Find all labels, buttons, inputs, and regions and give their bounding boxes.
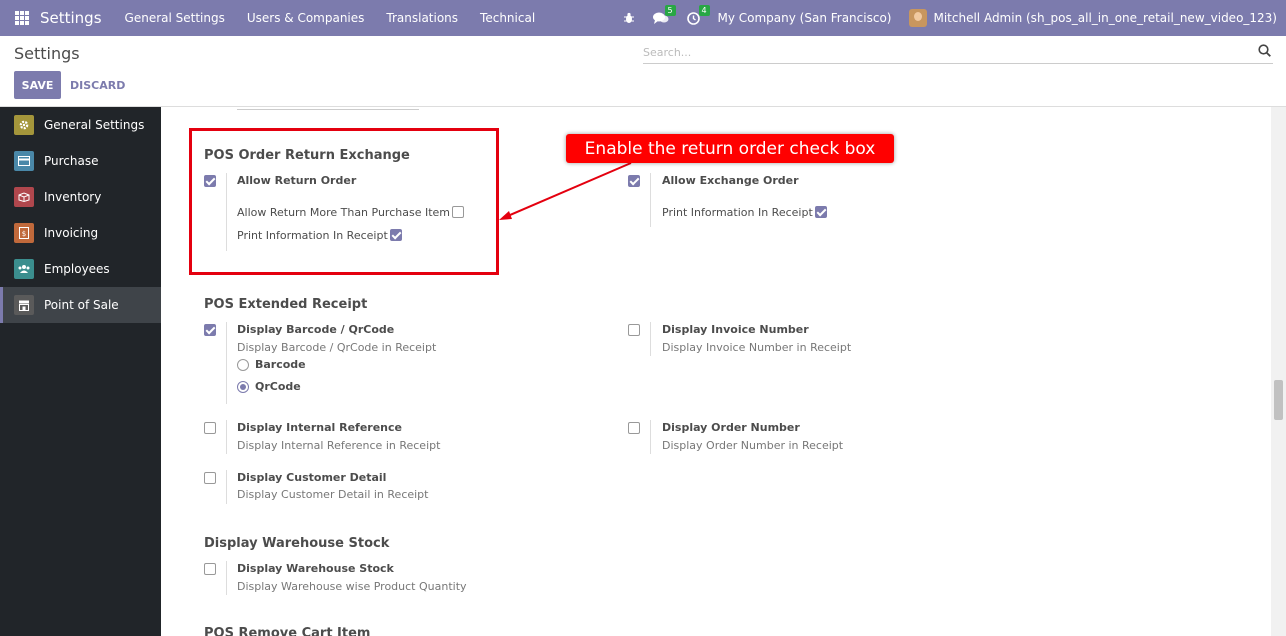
- scrollbar-thumb[interactable]: [1274, 380, 1283, 420]
- display-invoice-number-desc: Display Invoice Number in Receipt: [662, 341, 852, 354]
- box-icon: [14, 187, 34, 207]
- menu-technical[interactable]: Technical: [480, 11, 535, 25]
- search-bar: [643, 42, 1273, 64]
- search-icon[interactable]: [1258, 44, 1271, 60]
- divider: [226, 561, 227, 595]
- sidebar-item-inventory[interactable]: Inventory: [0, 179, 161, 215]
- user-avatar[interactable]: [909, 9, 928, 27]
- display-barcode-checkbox[interactable]: [204, 324, 216, 336]
- settings-sidebar: General Settings Purchase Inventory $ In…: [0, 107, 161, 636]
- messages-badge: 5: [664, 4, 676, 16]
- sidebar-item-label: Invoicing: [44, 226, 99, 240]
- display-invoice-number-label[interactable]: Display Invoice Number: [662, 323, 809, 336]
- sidebar-item-label: Purchase: [44, 154, 99, 168]
- invoice-icon: $: [14, 223, 34, 243]
- annotation-callout: Enable the return order check box: [566, 134, 894, 163]
- menu-users-companies[interactable]: Users & Companies: [247, 11, 365, 25]
- store-icon: [14, 295, 34, 315]
- display-order-number-label[interactable]: Display Order Number: [662, 421, 800, 434]
- display-internal-ref-desc: Display Internal Reference in Receipt: [237, 439, 441, 452]
- display-internal-ref-checkbox[interactable]: [204, 422, 216, 434]
- display-warehouse-stock-desc: Display Warehouse wise Product Quantity: [237, 580, 467, 593]
- sidebar-item-invoicing[interactable]: $ Invoicing: [0, 215, 161, 251]
- settings-content: POS Order Return Exchange Allow Return O…: [161, 107, 1271, 636]
- discard-button[interactable]: DISCARD: [66, 71, 129, 99]
- menu-translations[interactable]: Translations: [386, 11, 458, 25]
- control-panel: Settings SAVE DISCARD: [0, 36, 1286, 107]
- app-brand[interactable]: Settings: [40, 9, 102, 27]
- qrcode-radio-label[interactable]: QrCode: [255, 380, 301, 393]
- display-order-number-desc: Display Order Number in Receipt: [662, 439, 844, 452]
- barcode-radio-label[interactable]: Barcode: [255, 358, 306, 371]
- divider: [226, 322, 227, 404]
- sidebar-item-employees[interactable]: Employees: [0, 251, 161, 287]
- display-customer-detail-desc: Display Customer Detail in Receipt: [237, 488, 429, 501]
- gear-icon: [14, 115, 34, 135]
- display-internal-ref-label[interactable]: Display Internal Reference: [237, 421, 402, 434]
- apps-menu-icon[interactable]: [15, 11, 29, 25]
- save-button[interactable]: SAVE: [14, 71, 61, 99]
- sidebar-item-label: Point of Sale: [44, 298, 119, 312]
- svg-text:$: $: [22, 230, 26, 238]
- annotation-arrow: [499, 162, 632, 220]
- divider: [226, 420, 227, 454]
- sidebar-item-label: Employees: [44, 262, 110, 276]
- user-menu[interactable]: Mitchell Admin (sh_pos_all_in_one_retail…: [933, 11, 1277, 25]
- content-scrollbar[interactable]: [1271, 107, 1286, 636]
- display-barcode-desc: Display Barcode / QrCode in Receipt: [237, 341, 437, 354]
- display-customer-detail-label[interactable]: Display Customer Detail: [237, 471, 386, 484]
- divider: [650, 420, 651, 454]
- sidebar-item-point-of-sale[interactable]: Point of Sale: [0, 287, 161, 323]
- sidebar-item-label: General Settings: [44, 118, 145, 132]
- top-navbar: Settings General Settings Users & Compan…: [0, 0, 1286, 36]
- qrcode-radio[interactable]: [237, 381, 249, 393]
- menu-general-settings[interactable]: General Settings: [125, 11, 225, 25]
- section-title-remove-cart: POS Remove Cart Item: [204, 626, 371, 636]
- activities-clock-icon[interactable]: 4: [686, 4, 710, 25]
- sidebar-item-general-settings[interactable]: General Settings: [0, 107, 161, 143]
- section-title-extended-receipt: POS Extended Receipt: [204, 297, 368, 312]
- page-title: Settings: [14, 44, 80, 63]
- display-order-number-checkbox[interactable]: [628, 422, 640, 434]
- divider: [650, 322, 651, 356]
- display-invoice-number-checkbox[interactable]: [628, 324, 640, 336]
- company-switcher[interactable]: My Company (San Francisco): [718, 11, 892, 25]
- display-customer-detail-checkbox[interactable]: [204, 472, 216, 484]
- barcode-radio[interactable]: [237, 359, 249, 371]
- sidebar-item-label: Inventory: [44, 190, 102, 204]
- display-barcode-label[interactable]: Display Barcode / QrCode: [237, 323, 394, 336]
- divider: [226, 470, 227, 504]
- display-warehouse-stock-label[interactable]: Display Warehouse Stock: [237, 562, 394, 575]
- debug-bug-icon[interactable]: [623, 12, 635, 24]
- messages-chat-icon[interactable]: 5: [652, 4, 676, 25]
- users-icon: [14, 259, 34, 279]
- sidebar-item-purchase[interactable]: Purchase: [0, 143, 161, 179]
- activities-badge: 4: [698, 4, 710, 16]
- display-warehouse-stock-checkbox[interactable]: [204, 563, 216, 575]
- search-input[interactable]: [643, 42, 1243, 62]
- credit-card-icon: [14, 151, 34, 171]
- section-title-warehouse-stock: Display Warehouse Stock: [204, 536, 390, 551]
